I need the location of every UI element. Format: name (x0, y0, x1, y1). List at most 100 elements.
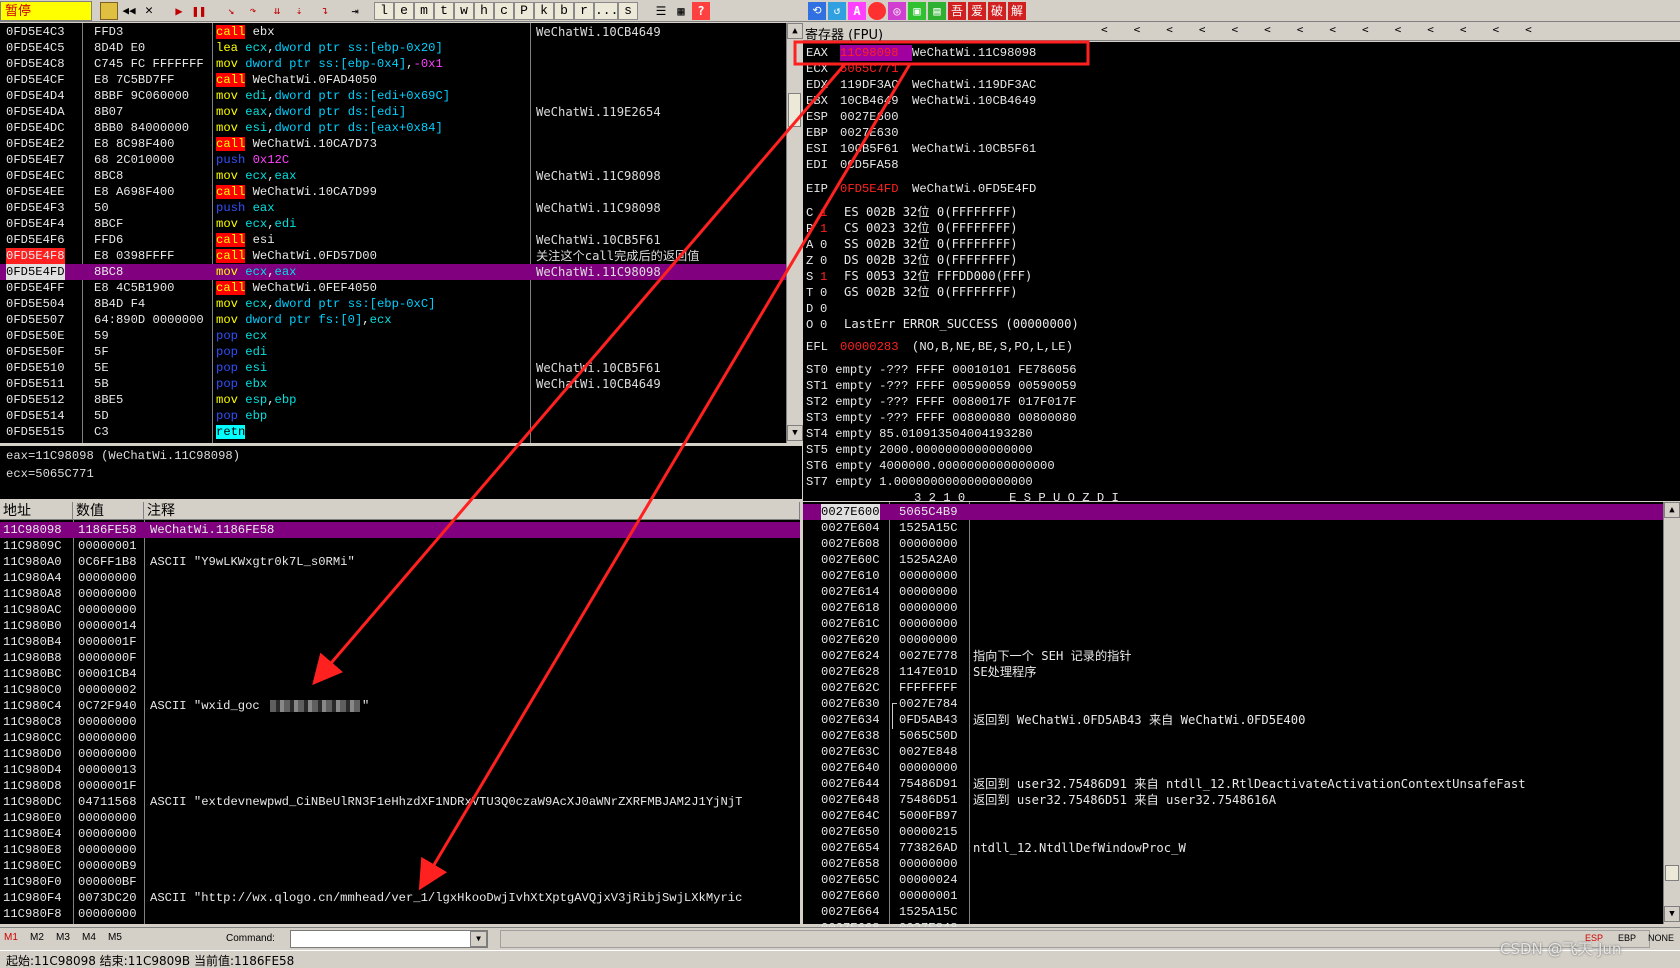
rewind-icon[interactable]: ◀◀ (120, 2, 138, 20)
dump-address[interactable]: 11C980F4 (3, 890, 62, 906)
window-button-k[interactable]: k (534, 2, 554, 20)
disasm-row[interactable]: 0FD5E50F 5F pop edi (0, 344, 786, 360)
window-button-b[interactable]: b (554, 2, 574, 20)
dump-address[interactable]: 11C980EC (3, 858, 62, 874)
disasm-address[interactable]: 0FD5E4E2 (6, 136, 65, 152)
fpu-st1[interactable]: ST1 empty -??? FFFF 00590059 00590059 (806, 378, 1077, 394)
plugin-arrow-icon[interactable]: ↺ (828, 2, 846, 20)
disassembly-scrollbar[interactable]: ▲ ▼ (786, 23, 803, 443)
disasm-instruction[interactable]: call WeChatWi.10CA7D73 (216, 136, 377, 152)
disasm-row[interactable]: 0FD5E4CF E8 7C5BD7FF call WeChatWi.0FAD405… (0, 72, 786, 88)
stack-row[interactable]: 0027E654 773826AD ntdll_12.NtdllDefWindowP… (803, 840, 1663, 856)
open-file-icon[interactable] (100, 2, 118, 20)
dump-address[interactable]: 11C980DC (3, 794, 62, 810)
disasm-instruction[interactable]: mov edi,dword ptr ds:[edi+0x69C] (216, 88, 450, 104)
disasm-row[interactable]: 0FD5E4D4 8BBF 9C060000 mov edi,dword ptr d… (0, 88, 786, 104)
disasm-row[interactable]: 0FD5E4EE E8 A698F400 call WeChatWi.10CA7D9… (0, 184, 786, 200)
stack-row[interactable]: 0027E600 5065C4B9 (803, 504, 1663, 520)
stack-row[interactable]: 0027E660 00000001 (803, 888, 1663, 904)
disasm-instruction[interactable]: push 0x12C (216, 152, 289, 168)
dump-address[interactable]: 11C980C0 (3, 682, 62, 698)
stack-address[interactable]: 0027E630 (821, 696, 880, 712)
register-ebp[interactable]: EBP 0027E630 (806, 125, 912, 141)
dump-address[interactable]: 11C980C8 (3, 714, 62, 730)
stack-row[interactable]: 0027E634 0FD5AB43 返回到 WeChatWi.0FD5AB43 来自… (803, 712, 1663, 728)
dump-value[interactable]: 00000001 (78, 538, 137, 554)
disasm-row[interactable]: 0FD5E4F8 E8 0398FFFF call WeChatWi.0FD57D0… (0, 248, 786, 264)
stack-address[interactable]: 0027E618 (821, 600, 880, 616)
plugin-po-icon[interactable]: 破 (988, 2, 1006, 20)
stack-address[interactable]: 0027E65C (821, 872, 880, 888)
dump-value[interactable]: 00000000 (78, 842, 137, 858)
stack-value[interactable]: 00000000 (899, 600, 958, 616)
register-ebx[interactable]: EBX 10CB4649 WeChatWi.10CB4649 (806, 93, 1036, 109)
stack-row[interactable]: 0027E60C 1525A2A0 (803, 552, 1663, 568)
stack-row[interactable]: 0027E610 00000000 (803, 568, 1663, 584)
dump-value[interactable]: 00000000 (78, 586, 137, 602)
plugin-ai-icon[interactable]: 爱 (968, 2, 986, 20)
disasm-row[interactable]: 0FD5E4E2 E8 8C98F400 call WeChatWi.10CA7D7… (0, 136, 786, 152)
flag-a[interactable]: A 0 SS 002B 32位 0(FFFFFFFF) (806, 236, 1018, 252)
disassembly-pane[interactable]: 0FD5E4C3 FFD3 call ebx WeChatWi.10CB4649 0FD… (0, 23, 802, 443)
command-dropdown-icon[interactable]: ▼ (470, 931, 487, 947)
memory-tab-m2[interactable]: M2 (30, 932, 44, 943)
disasm-instruction[interactable]: pop esi (216, 360, 267, 376)
disasm-address[interactable]: 0FD5E4E7 (6, 152, 65, 168)
stack-row[interactable]: 0027E65C 00000024 (803, 872, 1663, 888)
disasm-row[interactable]: 0FD5E504 8B4D F4 mov ecx,dword ptr ss:[ebp… (0, 296, 786, 312)
register-esi[interactable]: ESI 10CB5F61 WeChatWi.10CB5F61 (806, 141, 1036, 157)
dump-row[interactable]: 11C98098 1186FE58 WeChatWi.1186FE58 (0, 522, 800, 538)
stack-value[interactable]: 00000215 (899, 824, 958, 840)
dump-value[interactable]: 0C72F940 (78, 698, 137, 714)
disasm-row[interactable]: 0FD5E4DA 8B07 mov eax,dword ptr ds:[edi] We… (0, 104, 786, 120)
stack-address[interactable]: 0027E638 (821, 728, 880, 744)
dump-value[interactable]: 000000B9 (78, 858, 137, 874)
flag-z[interactable]: Z 0 DS 002B 32位 0(FFFFFFFF) (806, 252, 1018, 268)
disasm-instruction[interactable]: mov ecx,eax (216, 264, 297, 280)
disasm-address[interactable]: 0FD5E4C8 (6, 56, 65, 72)
dump-value[interactable]: 00000000 (78, 906, 137, 922)
dump-address[interactable]: 11C980B4 (3, 634, 62, 650)
fpu-st7[interactable]: ST7 empty 1.0000000000000000000 (806, 474, 1033, 490)
dump-value[interactable]: 1186FE58 (78, 522, 137, 538)
stack-address[interactable]: 0027E660 (821, 888, 880, 904)
fpu-st6[interactable]: ST6 empty 4000000.0000000000000000 (806, 458, 1055, 474)
stack-address[interactable]: 0027E614 (821, 584, 880, 600)
window-button-h[interactable]: h (474, 2, 494, 20)
dump-value[interactable]: 000000BF (78, 874, 137, 890)
disasm-address[interactable]: 0FD5E4FF (6, 280, 65, 296)
disasm-instruction[interactable]: pop ecx (216, 328, 267, 344)
disasm-row[interactable]: 0FD5E511 5B pop ebx WeChatWi.10CB4649 (0, 376, 786, 392)
dump-value[interactable]: 0000001F (78, 634, 137, 650)
dump-header-value[interactable]: 数值 (73, 502, 144, 520)
disasm-row[interactable]: 0FD5E4C5 8D4D E0 lea ecx,dword ptr ss:[ebp… (0, 40, 786, 56)
stack-address[interactable]: 0027E620 (821, 632, 880, 648)
fpu-st3[interactable]: ST3 empty -??? FFFF 00800080 00800080 (806, 410, 1077, 426)
dump-address[interactable]: 11C980D0 (3, 746, 62, 762)
disasm-address[interactable]: 0FD5E4DA (6, 104, 65, 120)
disasm-instruction[interactable]: mov ecx,eax (216, 168, 297, 184)
dump-address[interactable]: 11C980F0 (3, 874, 62, 890)
dump-address[interactable]: 11C980E0 (3, 810, 62, 826)
stack-value[interactable]: 1525A15C (899, 520, 958, 536)
dump-row[interactable]: 11C980E0 00000000 (0, 810, 800, 826)
disasm-address[interactable]: 0FD5E4C5 (6, 40, 65, 56)
dump-value[interactable]: 00000000 (78, 602, 137, 618)
stack-address[interactable]: 0027E644 (821, 776, 880, 792)
grid-icon[interactable]: ▦ (672, 2, 690, 20)
stack-row[interactable]: 0027E630 0027E784 (803, 696, 1663, 729)
dump-value[interactable]: 00000000 (78, 746, 137, 762)
plugin-record-icon[interactable] (868, 2, 886, 20)
list-icon[interactable]: ☰ (652, 2, 670, 20)
dump-row[interactable]: 11C980C4 0C72F940 ASCII "wxid_goc " (0, 698, 800, 714)
dump-value[interactable]: 00000000 (78, 714, 137, 730)
dump-value[interactable]: 00000013 (78, 762, 137, 778)
plugin-refresh-icon[interactable]: ⟲ (808, 2, 826, 20)
disasm-instruction[interactable]: lea ecx,dword ptr ss:[ebp-0x20] (216, 40, 443, 56)
stack-address[interactable]: 0027E648 (821, 792, 880, 808)
dump-address[interactable]: 11C980A8 (3, 586, 62, 602)
dump-address[interactable]: 11C980AC (3, 602, 62, 618)
stack-row[interactable]: 0027E62C FFFFFFFF (803, 680, 1663, 696)
stack-address[interactable]: 0027E650 (821, 824, 880, 840)
dump-header-address[interactable]: 地址 (0, 502, 73, 520)
